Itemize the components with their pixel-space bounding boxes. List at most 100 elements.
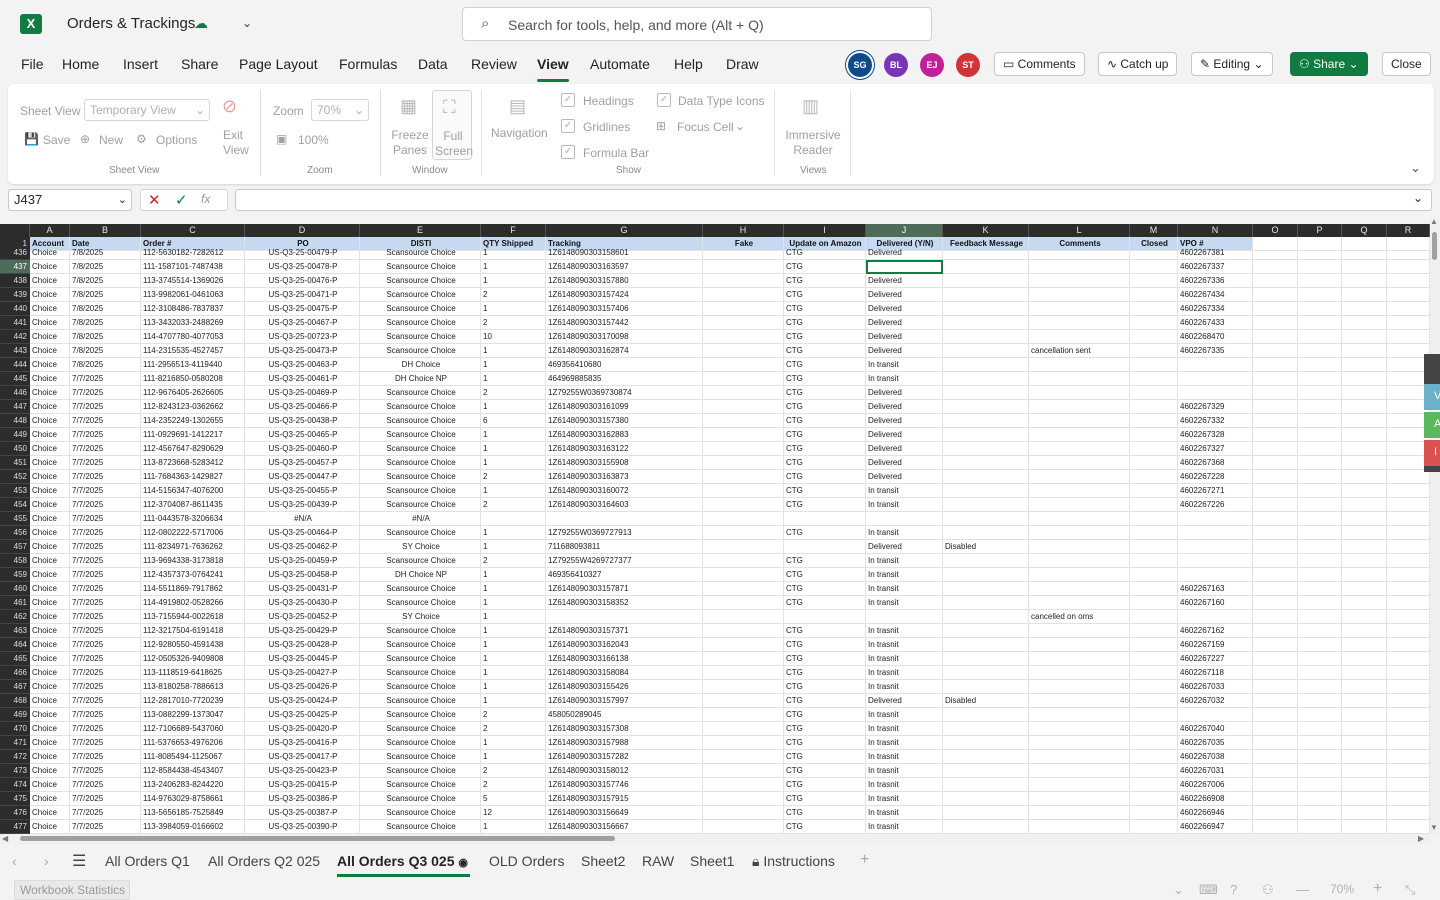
table-cell[interactable]	[1253, 806, 1298, 820]
table-cell[interactable]	[1253, 526, 1298, 540]
table-cell[interactable]	[1130, 610, 1178, 624]
table-cell[interactable]: CTG	[784, 820, 866, 834]
row-header[interactable]: 453	[0, 484, 30, 498]
table-cell[interactable]	[866, 512, 943, 526]
table-cell[interactable]	[703, 260, 784, 274]
table-cell[interactable]	[1298, 554, 1342, 568]
table-cell[interactable]: Scansource Choice	[360, 722, 481, 736]
table-cell[interactable]: Scansource Choice	[360, 638, 481, 652]
table-cell[interactable]	[943, 652, 1029, 666]
editing-mode-button[interactable]: ✎ Editing ⌄	[1191, 52, 1273, 76]
avatar[interactable]: EJ	[920, 53, 944, 77]
table-cell[interactable]	[1387, 792, 1430, 806]
table-cell[interactable]: US-Q3-25-00457-P	[245, 456, 360, 470]
table-cell[interactable]: 112-8243123-0362662	[141, 400, 245, 414]
table-cell[interactable]	[1130, 778, 1178, 792]
table-cell[interactable]	[703, 680, 784, 694]
column-header-p[interactable]: P	[1298, 224, 1342, 237]
table-cell[interactable]	[943, 806, 1029, 820]
table-cell[interactable]: 1	[481, 610, 546, 624]
table-cell[interactable]	[1342, 736, 1387, 750]
table-cell[interactable]: 112-5630182-7282612	[141, 246, 245, 260]
table-cell[interactable]	[1029, 484, 1130, 498]
table-cell[interactable]	[1029, 708, 1130, 722]
table-cell[interactable]	[1253, 344, 1298, 358]
row-header[interactable]: 443	[0, 344, 30, 358]
table-cell[interactable]	[1029, 358, 1130, 372]
table-cell[interactable]: 4602267334	[1178, 302, 1253, 316]
table-cell[interactable]: 1Z6148090303157871	[546, 582, 703, 596]
sheet-tab[interactable]: All Orders Q2 025	[208, 853, 320, 869]
table-cell[interactable]	[1130, 708, 1178, 722]
table-cell[interactable]	[1130, 820, 1178, 834]
table-cell[interactable]: CTG	[784, 414, 866, 428]
table-cell[interactable]: 112-0505326-9409808	[141, 652, 245, 666]
table-cell[interactable]	[1342, 568, 1387, 582]
sheet-view-dropdown[interactable]: Temporary View ⌄	[84, 99, 210, 121]
table-cell[interactable]	[1130, 582, 1178, 596]
table-cell[interactable]: 7/7/2025	[70, 624, 141, 638]
table-cell[interactable]	[1130, 316, 1178, 330]
table-cell[interactable]: In trasnit	[866, 806, 943, 820]
table-cell[interactable]: Scansource Choice	[360, 764, 481, 778]
table-cell[interactable]: US-Q3-25-00476-P	[245, 274, 360, 288]
table-cell[interactable]: Delivered	[866, 540, 943, 554]
table-cell[interactable]	[703, 456, 784, 470]
vertical-scroll-thumb[interactable]	[1432, 232, 1437, 260]
table-cell[interactable]	[1029, 386, 1130, 400]
table-cell[interactable]	[1387, 638, 1430, 652]
side-panel-tab-a[interactable]: A	[1424, 412, 1440, 438]
table-cell[interactable]: CTG	[784, 526, 866, 540]
table-cell[interactable]: US-Q3-25-00430-P	[245, 596, 360, 610]
row-header[interactable]: 474	[0, 778, 30, 792]
table-cell[interactable]	[1342, 512, 1387, 526]
table-cell[interactable]	[1130, 694, 1178, 708]
table-cell[interactable]: Scansource Choice	[360, 778, 481, 792]
table-cell[interactable]: 7/7/2025	[70, 596, 141, 610]
table-cell[interactable]: 2	[481, 722, 546, 736]
table-cell[interactable]	[1342, 540, 1387, 554]
table-cell[interactable]	[943, 638, 1029, 652]
table-cell[interactable]	[1130, 554, 1178, 568]
table-cell[interactable]: CTG	[784, 456, 866, 470]
table-cell[interactable]	[1342, 246, 1387, 260]
table-cell[interactable]: CTG	[784, 358, 866, 372]
table-cell[interactable]: CTG	[784, 568, 866, 582]
row-header[interactable]: 445	[0, 372, 30, 386]
table-cell[interactable]	[1253, 302, 1298, 316]
table-cell[interactable]: 1Z6148090303157308	[546, 722, 703, 736]
gridlines-checkbox[interactable]: ✓	[561, 119, 575, 133]
table-cell[interactable]: 112-9280550-4591438	[141, 638, 245, 652]
document-title[interactable]: Orders & Trackings	[67, 15, 195, 32]
table-cell[interactable]: 4602267031	[1178, 764, 1253, 778]
table-cell[interactable]: US-Q3-25-00416-P	[245, 736, 360, 750]
table-cell[interactable]: 469356410327	[546, 568, 703, 582]
table-cell[interactable]: 1	[481, 344, 546, 358]
table-cell[interactable]	[703, 638, 784, 652]
table-cell[interactable]	[703, 582, 784, 596]
table-cell[interactable]	[1253, 316, 1298, 330]
table-cell[interactable]: Scansource Choice	[360, 806, 481, 820]
table-cell[interactable]: 112-7106689-5437060	[141, 722, 245, 736]
table-cell[interactable]: In transit	[866, 568, 943, 582]
table-cell[interactable]	[866, 610, 943, 624]
table-cell[interactable]	[1029, 694, 1130, 708]
table-cell[interactable]	[1029, 554, 1130, 568]
table-cell[interactable]	[1029, 288, 1130, 302]
table-cell[interactable]: 4602267160	[1178, 596, 1253, 610]
table-cell[interactable]: 113-0882299-1373047	[141, 708, 245, 722]
table-cell[interactable]	[1298, 414, 1342, 428]
column-header-m[interactable]: M	[1130, 224, 1178, 237]
table-cell[interactable]	[1029, 582, 1130, 596]
table-cell[interactable]	[703, 652, 784, 666]
table-cell[interactable]: US-Q3-25-00428-P	[245, 638, 360, 652]
table-cell[interactable]	[703, 694, 784, 708]
table-cell[interactable]: 7/7/2025	[70, 498, 141, 512]
table-cell[interactable]	[1029, 442, 1130, 456]
side-panel-tab-i[interactable]: I	[1424, 440, 1440, 466]
table-cell[interactable]: CTG	[784, 442, 866, 456]
table-cell[interactable]: 114-5511869-7917862	[141, 582, 245, 596]
table-cell[interactable]	[1253, 722, 1298, 736]
table-cell[interactable]	[703, 274, 784, 288]
table-cell[interactable]	[1387, 302, 1430, 316]
